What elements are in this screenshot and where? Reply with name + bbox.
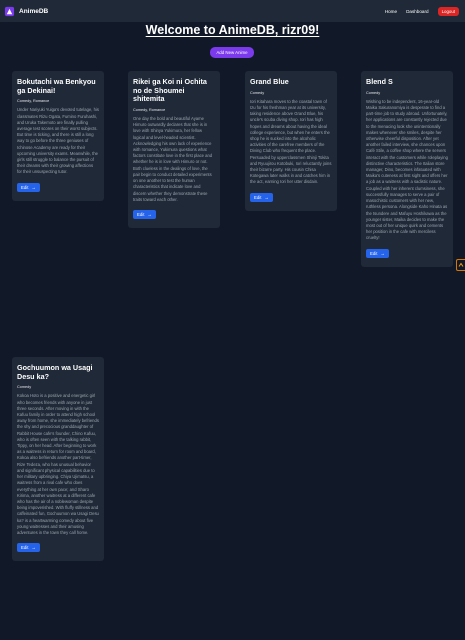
card-genres: Comedy	[250, 90, 265, 95]
logout-button[interactable]: Logout	[437, 6, 459, 16]
add-anime-button[interactable]: Add New Anime	[210, 47, 254, 58]
card-title: Grand Blue	[250, 77, 289, 86]
anime-card: Gochuumon wa Usagi Desu ka? Comedy Kokoa…	[12, 357, 104, 562]
edit-button[interactable]: Edit →	[133, 209, 156, 219]
arrow-right-icon: →	[31, 545, 36, 551]
edit-button-label: Edit	[21, 545, 29, 551]
card-title: Blend S	[366, 77, 393, 86]
arrow-right-icon: →	[380, 250, 385, 256]
anime-card: Bokutachi wa Benkyou ga Dekinai! Comedy,…	[12, 71, 104, 201]
edit-button[interactable]: Edit →	[250, 192, 273, 202]
caret-up-icon	[458, 262, 464, 267]
card-title: Gochuumon wa Usagi Desu ka?	[17, 363, 93, 381]
nav-dashboard-link[interactable]: Dashboard	[406, 9, 428, 14]
nav-links: Home Dashboard Logout	[385, 6, 459, 16]
card-title: Bokutachi wa Benkyou ga Dekinai!	[17, 77, 96, 95]
brand-name: AnimeDB	[19, 7, 49, 15]
navbar: AnimeDB Home Dashboard Logout	[0, 0, 465, 22]
edit-button-label: Edit	[370, 250, 378, 256]
card-description: One day the bold and beautiful Ayame Him…	[133, 115, 213, 202]
edit-button-label: Edit	[137, 211, 145, 217]
brand[interactable]: AnimeDB	[4, 6, 48, 17]
edit-button-label: Edit	[21, 184, 29, 190]
card-genres: Comedy	[17, 385, 32, 390]
card-description: Kokoa Hoto is a positive and energetic g…	[17, 393, 99, 536]
page-title: Welcome to AnimeDB, rizr09!	[145, 23, 320, 37]
anime-card: Blend S Comedy Wishing to be independent…	[361, 71, 453, 267]
card-description: Wishing to be independent, 16-year-old M…	[366, 98, 448, 241]
arrow-right-icon: →	[147, 211, 152, 217]
card-title: Rikei ga Koi ni Ochita no de Shoumei shi…	[133, 77, 207, 104]
card-description: Iori Kitahara moves to the coastal town …	[250, 98, 332, 185]
arrow-right-icon: →	[264, 194, 269, 200]
card-description: Under Nariyuki Yuiga's devoted tutelage,…	[17, 107, 99, 175]
anime-card: Grand Blue Comedy Iori Kitahara moves to…	[245, 71, 337, 211]
card-genres: Comedy, Romance	[133, 107, 166, 112]
edit-button[interactable]: Edit →	[17, 182, 40, 192]
edit-button[interactable]: Edit →	[366, 248, 389, 258]
side-tab[interactable]	[456, 259, 465, 271]
anime-card: Rikei ga Koi ni Ochita no de Shoumei shi…	[128, 71, 220, 228]
card-genres: Comedy, Romance	[17, 99, 50, 104]
edit-button[interactable]: Edit →	[17, 543, 40, 553]
edit-button-label: Edit	[254, 194, 262, 200]
anime-logo-icon	[4, 6, 15, 16]
nav-home-link[interactable]: Home	[385, 9, 397, 14]
arrow-right-icon: →	[31, 184, 36, 190]
card-genres: Comedy	[366, 90, 381, 95]
